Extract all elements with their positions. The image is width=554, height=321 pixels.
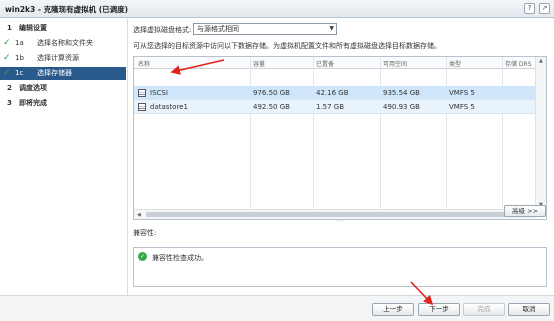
column-free-space[interactable]: 可用空间 bbox=[383, 59, 407, 68]
disk-format-label: 选择虚拟磁盘格式: bbox=[133, 26, 192, 34]
step-number: 1a bbox=[15, 39, 24, 47]
checkmark-icon: ✓ bbox=[3, 53, 11, 63]
step-edit-settings[interactable]: 1 编辑设置 bbox=[0, 22, 126, 35]
step-number: 1c bbox=[15, 69, 24, 77]
window-titlebar: win2k3 - 克隆现有虚拟机 (已调度) ? ↗ bbox=[0, 0, 554, 18]
step-number: 1 bbox=[7, 24, 12, 32]
back-button[interactable]: 上一步 bbox=[372, 303, 414, 316]
datastore-provisioned: 42.16 GB bbox=[316, 89, 349, 97]
step-number: 1b bbox=[15, 54, 24, 62]
compatibility-panel: ✓ 兼容性检查成功。 bbox=[133, 247, 547, 287]
disk-format-select[interactable]: 与源格式相同 ▼ bbox=[193, 23, 337, 35]
step-label: 选择计算资源 bbox=[37, 54, 79, 62]
scroll-left-icon[interactable]: ◀ bbox=[137, 212, 141, 218]
main-panel: 选择虚拟磁盘格式: 与源格式相同 ▼ 可从您选择的目标资源中访问以下数据存储。为… bbox=[130, 19, 554, 295]
chevron-down-icon: ▼ bbox=[329, 25, 334, 32]
next-button[interactable]: 下一步 bbox=[418, 303, 460, 316]
compatibility-message: 兼容性检查成功。 bbox=[152, 254, 208, 262]
step-select-name-folder[interactable]: ✓ 1a 选择名称和文件夹 bbox=[0, 37, 126, 50]
datastore-type: VMFS 5 bbox=[449, 103, 475, 111]
column-divider bbox=[446, 57, 447, 217]
datastore-name: ISCSI bbox=[150, 89, 168, 97]
step-label: 即将完成 bbox=[19, 99, 47, 107]
step-select-compute[interactable]: ✓ 1b 选择计算资源 bbox=[0, 52, 126, 65]
table-row[interactable]: ISCSI 976.50 GB 42.16 GB 935.54 GB VMFS … bbox=[134, 86, 536, 100]
scroll-thumb[interactable] bbox=[146, 212, 521, 217]
step-select-storage[interactable]: ✓ 1c 选择存储器 bbox=[0, 67, 126, 80]
datastore-icon bbox=[138, 103, 146, 111]
checkmark-icon: ✓ bbox=[3, 68, 11, 78]
table-row[interactable]: datastore1 492.50 GB 1.57 GB 490.93 GB V… bbox=[134, 100, 536, 114]
datastore-free: 490.93 GB bbox=[383, 103, 420, 111]
datastore-capacity: 976.50 GB bbox=[253, 89, 290, 97]
step-label: 选择存储器 bbox=[37, 69, 72, 77]
scroll-up-icon[interactable]: ▲ bbox=[539, 58, 543, 64]
datastore-description: 可从您选择的目标资源中访问以下数据存储。为虚拟机配置文件和所有虚拟磁盘选择目标数… bbox=[133, 42, 441, 50]
step-label: 编辑设置 bbox=[19, 24, 47, 32]
column-divider bbox=[250, 57, 251, 217]
step-number: 3 bbox=[7, 99, 12, 107]
datastore-name: datastore1 bbox=[150, 103, 188, 111]
compatibility-label: 兼容性: bbox=[133, 229, 157, 237]
table-header: 名称 容量 已置备 可用空间 类型 存储 DRS bbox=[134, 57, 536, 69]
column-provisioned[interactable]: 已置备 bbox=[316, 59, 334, 68]
column-capacity[interactable]: 容量 bbox=[253, 59, 265, 68]
window-title: win2k3 - 克隆现有虚拟机 (已调度) bbox=[5, 5, 129, 14]
column-type[interactable]: 类型 bbox=[449, 59, 461, 68]
step-ready-to-complete[interactable]: 3 即将完成 bbox=[0, 97, 126, 110]
column-storage-drs[interactable]: 存储 DRS bbox=[505, 59, 532, 68]
wizard-steps: 1 编辑设置 ✓ 1a 选择名称和文件夹 ✓ 1b 选择计算资源 ✓ 1c 选择… bbox=[0, 19, 128, 295]
disk-format-value: 与源格式相同 bbox=[197, 25, 239, 33]
datastore-table: 名称 容量 已置备 可用空间 类型 存储 DRS ISCSI 976.50 GB… bbox=[133, 56, 547, 220]
datastore-provisioned: 1.57 GB bbox=[316, 103, 345, 111]
checkmark-icon: ✓ bbox=[3, 38, 11, 48]
success-check-icon: ✓ bbox=[138, 252, 147, 261]
step-label: 选择名称和文件夹 bbox=[37, 39, 93, 47]
wizard-footer: 上一步 下一步 完成 取消 bbox=[0, 295, 554, 321]
datastore-icon bbox=[138, 89, 146, 97]
datastore-capacity: 492.50 GB bbox=[253, 103, 290, 111]
datastore-free: 935.54 GB bbox=[383, 89, 420, 97]
step-schedule-options[interactable]: 2 调度选项 bbox=[0, 82, 126, 95]
column-divider bbox=[502, 57, 503, 217]
step-label: 调度选项 bbox=[19, 84, 47, 92]
datastore-type: VMFS 5 bbox=[449, 89, 475, 97]
cancel-button[interactable]: 取消 bbox=[508, 303, 550, 316]
column-divider bbox=[380, 57, 381, 217]
step-number: 2 bbox=[7, 84, 12, 92]
panel-splitter[interactable]: ····· bbox=[133, 219, 547, 224]
vertical-scrollbar[interactable]: ▲ ▼ bbox=[535, 57, 546, 209]
column-name[interactable]: 名称 bbox=[138, 59, 150, 68]
finish-button[interactable]: 完成 bbox=[463, 303, 505, 316]
help-icon[interactable]: ? bbox=[524, 3, 535, 14]
advanced-button[interactable]: 高级 >> bbox=[504, 205, 546, 217]
expand-icon[interactable]: ↗ bbox=[539, 3, 550, 14]
horizontal-scrollbar[interactable]: ◀ ▶ bbox=[134, 209, 536, 219]
column-divider bbox=[313, 57, 314, 217]
